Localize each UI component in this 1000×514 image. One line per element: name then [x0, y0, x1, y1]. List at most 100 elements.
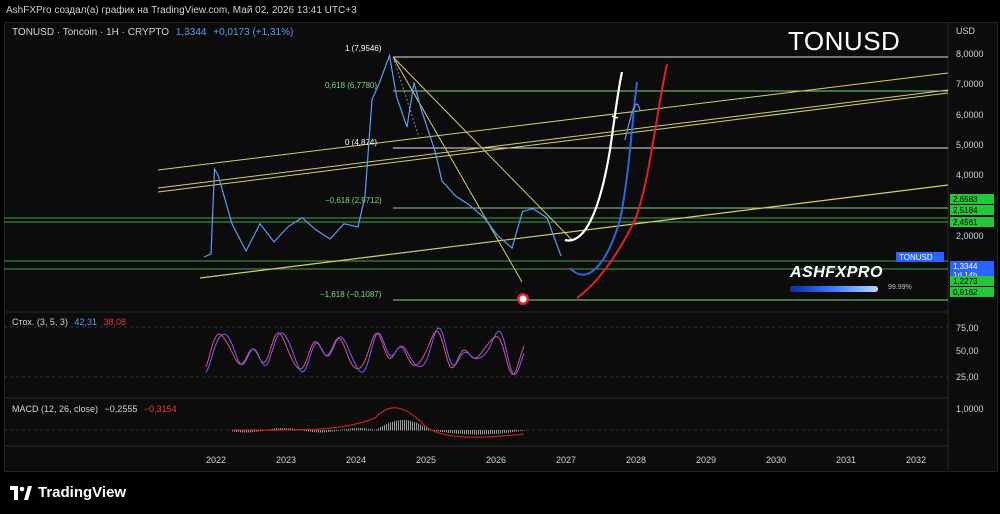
macd-bar — [334, 430, 335, 432]
price-tag: TONUSD — [896, 252, 944, 262]
macd-bar — [310, 430, 311, 432]
macd-bar — [504, 430, 505, 433]
macd-bar — [356, 428, 357, 431]
macd-bar — [446, 430, 447, 433]
macd-bar — [516, 430, 517, 432]
macd-bar — [484, 430, 485, 435]
price-series-line — [203, 53, 562, 258]
brand-progress-fill — [790, 286, 878, 292]
stoch-axis-25: 25,00 — [956, 372, 979, 382]
macd-bar — [452, 430, 453, 434]
fib-label-0: 0 (4,874) — [345, 138, 377, 147]
tradingview-icon — [10, 485, 32, 500]
price-tag-text: 1,3344 — [953, 262, 978, 271]
macd-bar — [488, 430, 489, 435]
macd-bar — [438, 430, 439, 432]
y-tick-label: 4,0000 — [956, 170, 984, 180]
macd-bar — [340, 429, 341, 431]
macd-bar — [476, 430, 477, 435]
macd-bar — [444, 430, 445, 433]
y-tick-label: 5,0000 — [956, 140, 984, 150]
macd-bar — [510, 430, 511, 433]
macd-bar — [418, 423, 419, 431]
symbol-change: +0,0173 (+1,31%) — [213, 27, 294, 38]
macd-bar — [354, 428, 355, 431]
macd-bar — [448, 430, 449, 433]
macd-bar — [402, 420, 403, 431]
macd-bar — [442, 430, 443, 433]
macd-label: MACD (12, 26, close) — [12, 404, 99, 414]
macd-bar — [330, 430, 331, 432]
brand-name: ASHFXPRO — [790, 264, 883, 281]
macd-bar — [422, 425, 423, 431]
x-tick-label: 2028 — [626, 455, 646, 465]
macd-bar — [494, 430, 495, 434]
macd-bar — [378, 428, 379, 431]
trendline-upper-1 — [157, 72, 949, 171]
price-axis: 8,00007,00006,00005,00004,00002,00001,00… — [956, 49, 984, 271]
macd-bar — [508, 430, 509, 433]
brand-progress-label: 99.99% — [888, 284, 912, 291]
macd-bar — [366, 428, 367, 431]
price-tag: 2,5184 — [950, 205, 994, 215]
macd-legend[interactable]: MACD (12, 26, close) −0,2555 −0,3154 — [12, 404, 177, 414]
macd-bar — [404, 420, 405, 431]
tradingview-logo[interactable]: TradingView — [10, 484, 126, 501]
macd-bar — [498, 430, 499, 434]
macd-bar — [374, 429, 375, 431]
macd-bar — [408, 420, 409, 431]
stoch-d-value: 38,08 — [103, 317, 127, 327]
chart-svg[interactable]: 1 (7,9546) 0,618 (6,7780) 0 (4,874) −0,6… — [0, 0, 1000, 514]
macd-bar — [316, 430, 317, 433]
macd-bar — [474, 430, 475, 435]
x-tick-label: 2025 — [416, 455, 436, 465]
price-tag-text: 2,6583 — [953, 195, 978, 204]
y-tick-label: 7,0000 — [956, 79, 984, 89]
stoch-legend[interactable]: Стох. (3, 5, 3) 42,31 38,08 — [12, 317, 126, 327]
y-tick-label: 6,0000 — [956, 110, 984, 120]
us-flag-inner-icon — [519, 295, 527, 303]
macd-bar — [466, 430, 467, 435]
macd-bar — [512, 430, 513, 433]
macd-bar — [424, 426, 425, 431]
macd-bar — [306, 430, 307, 432]
macd-bar — [360, 428, 361, 431]
price-tag-text: TONUSD — [899, 253, 933, 262]
macd-bar — [472, 430, 473, 435]
tradingview-wordmark: TradingView — [38, 484, 127, 501]
macd-bar — [348, 428, 349, 431]
macd-bar — [520, 430, 521, 432]
macd-bar — [454, 430, 455, 434]
macd-bar — [312, 430, 313, 433]
time-axis: 2022 2023 2024 2025 2026 2027 2028 2029 2030 2031… — [206, 455, 926, 465]
trendline-upper-3 — [157, 92, 949, 193]
macd-bar — [382, 426, 383, 431]
symbol-info[interactable]: TONUSD · Toncoin · 1H · CRYPTO 1,3344 +0… — [12, 27, 293, 38]
macd-bar — [400, 420, 401, 431]
fib-label-neg1618: −1,618 (−0,1087) — [320, 290, 382, 299]
macd-bar — [524, 430, 525, 431]
macd-value: −0,2555 — [104, 404, 138, 414]
stoch-axis-50: 50,00 — [956, 346, 979, 356]
macd-bar — [492, 430, 493, 435]
x-tick-label: 2026 — [486, 455, 506, 465]
stoch-k-value: 42,31 — [74, 317, 97, 327]
macd-bar — [372, 429, 373, 431]
macd-bar — [410, 420, 411, 431]
macd-bar — [506, 430, 507, 433]
x-tick-label: 2029 — [696, 455, 716, 465]
price-tag: 2,6583 — [950, 194, 994, 204]
macd-bar — [496, 430, 497, 434]
macd-bar — [380, 427, 381, 431]
macd-signal-value: −0,3154 — [143, 404, 177, 414]
macd-bar — [426, 427, 427, 431]
macd-bar — [336, 430, 337, 432]
x-tick-label: 2023 — [276, 455, 296, 465]
macd-bar — [440, 430, 441, 432]
currency-label[interactable]: USD — [956, 26, 975, 36]
white-projection-curve — [564, 71, 624, 242]
macd-bar — [462, 430, 463, 435]
x-tick-label: 2022 — [206, 455, 226, 465]
macd-bar — [344, 429, 345, 431]
macd-bar — [514, 430, 515, 432]
